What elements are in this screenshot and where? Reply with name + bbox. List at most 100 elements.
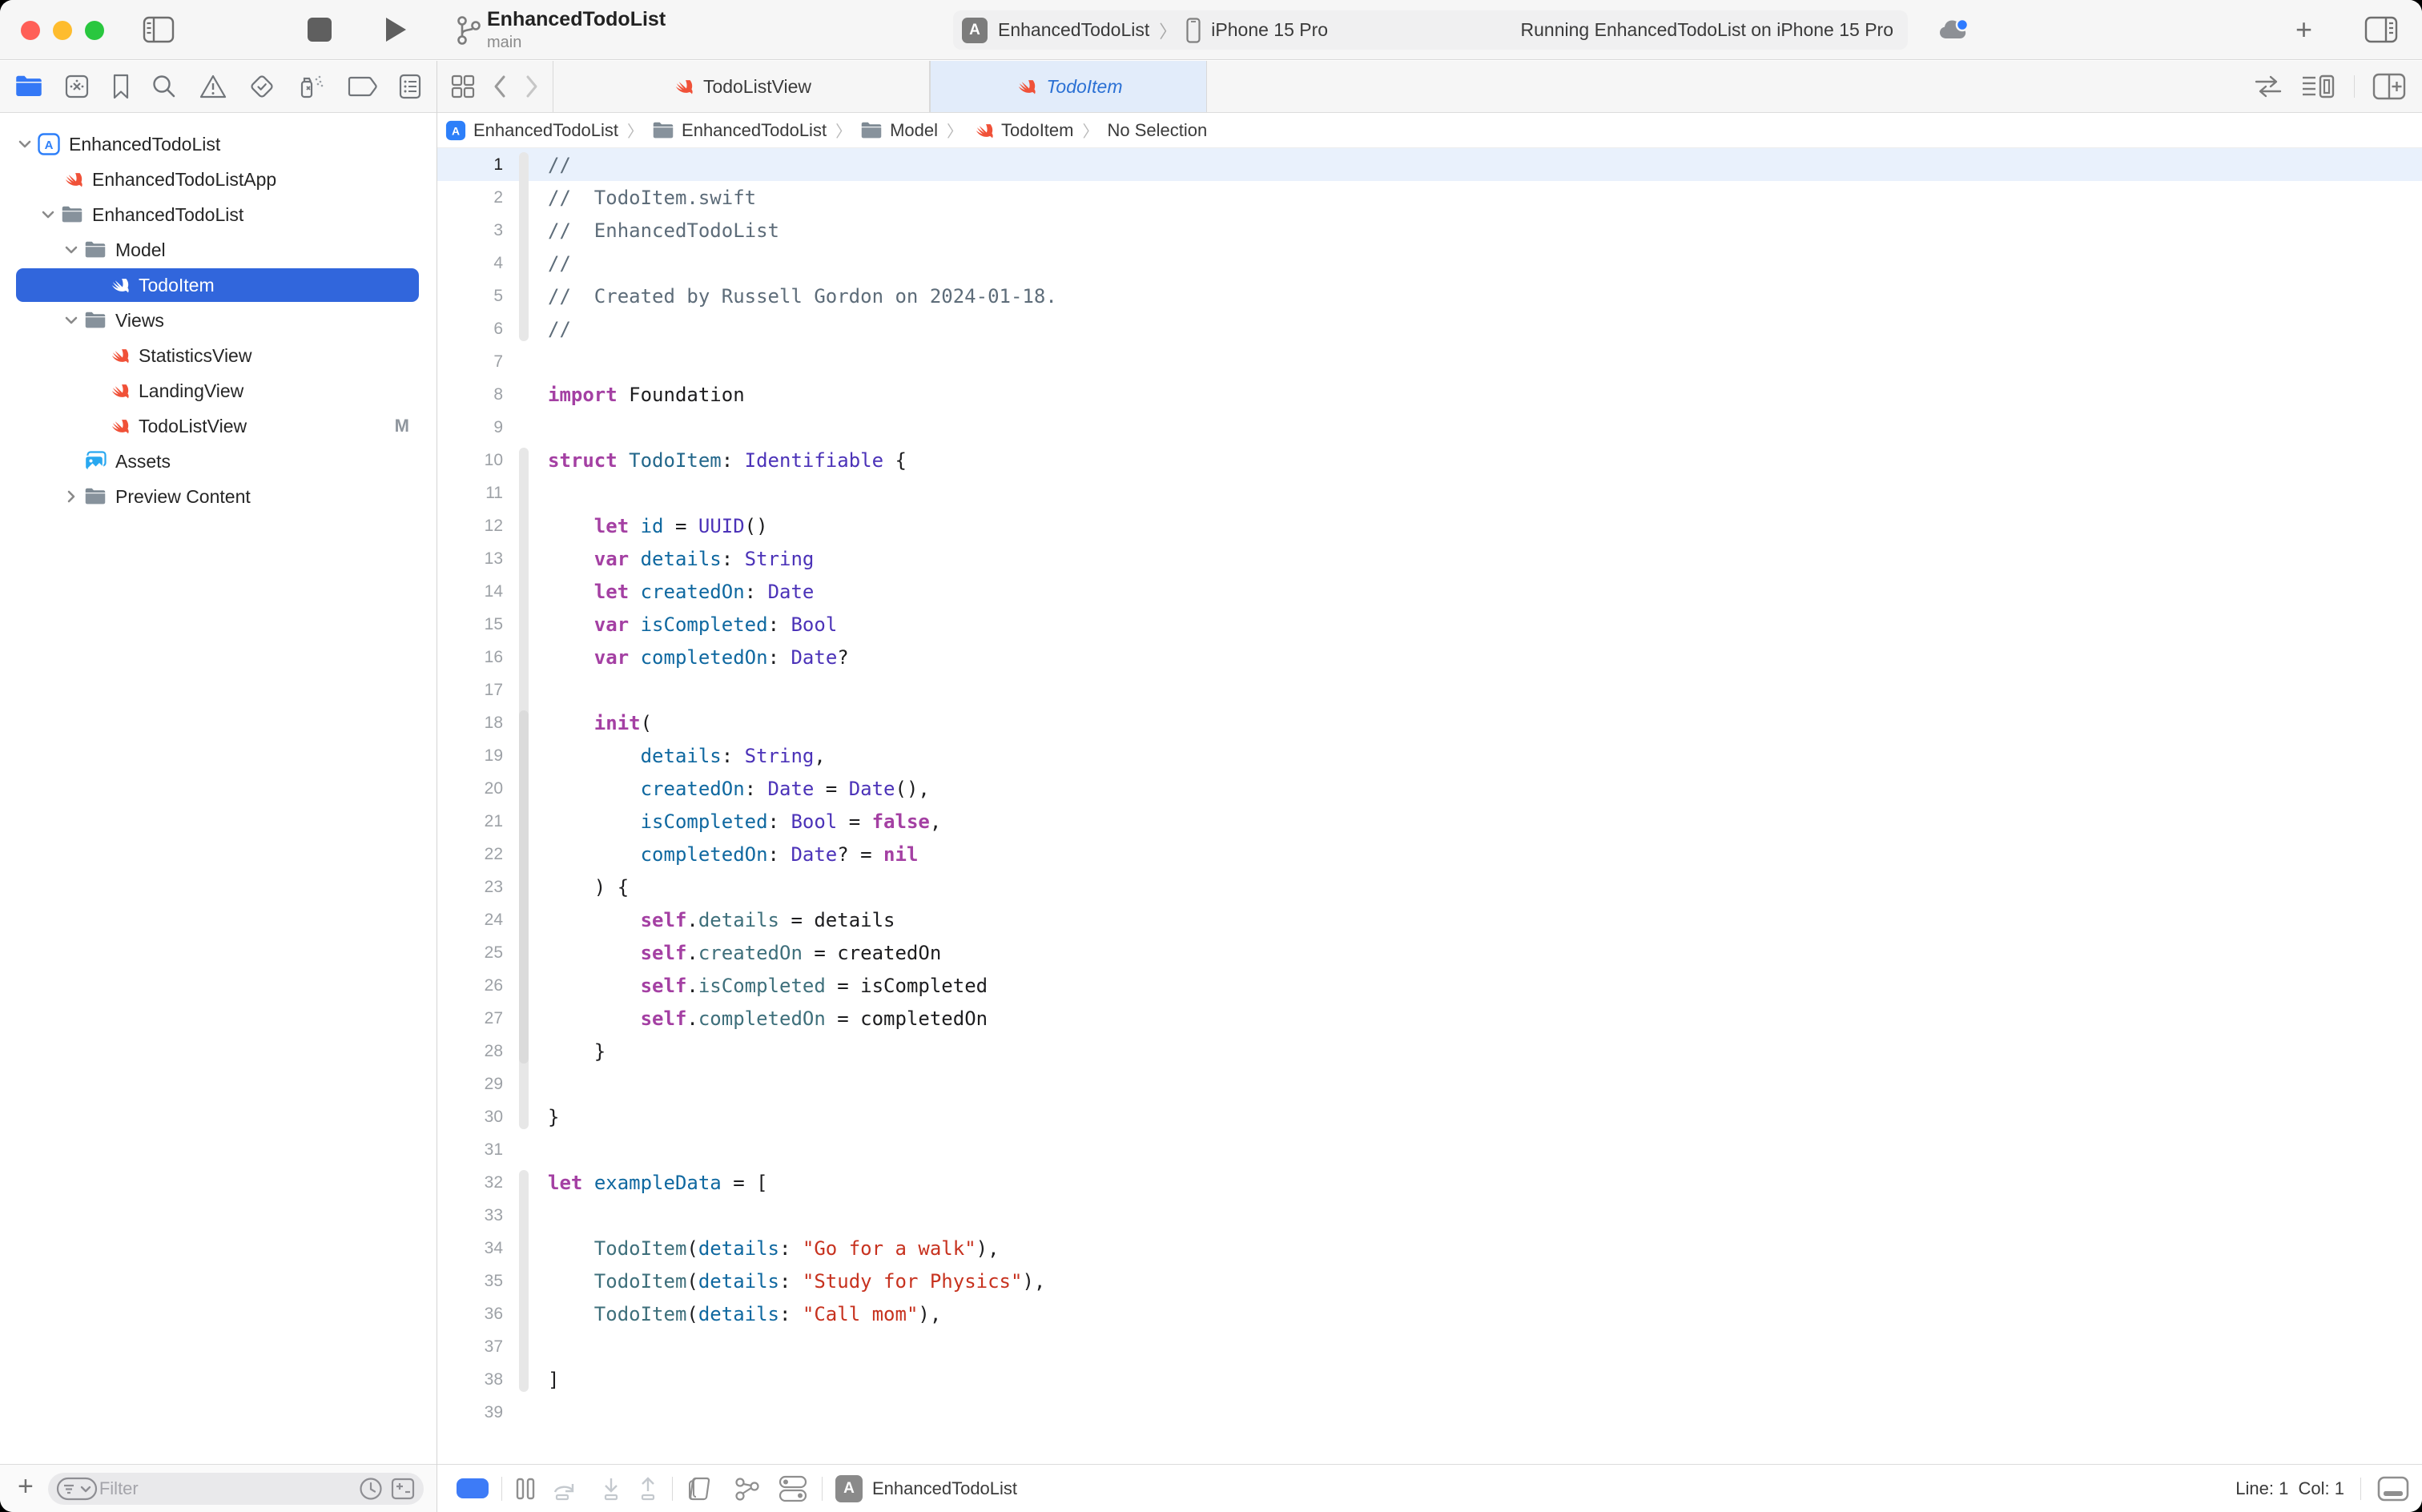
line-number[interactable]: 39 — [437, 1403, 513, 1422]
line-number[interactable]: 30 — [437, 1108, 513, 1127]
tab-todoitem[interactable]: TodoItem — [930, 61, 1207, 112]
line-number[interactable]: 29 — [437, 1075, 513, 1094]
run-button[interactable] — [383, 15, 408, 44]
line-number[interactable]: 33 — [437, 1206, 513, 1225]
line-number[interactable]: 2 — [437, 188, 513, 207]
line-number[interactable]: 13 — [437, 549, 513, 569]
breakpoint-navigator-icon[interactable] — [348, 75, 378, 98]
line-number[interactable]: 20 — [437, 779, 513, 798]
line-number[interactable]: 31 — [437, 1140, 513, 1160]
line-number[interactable]: 17 — [437, 681, 513, 700]
pause-button-icon[interactable] — [515, 1477, 536, 1501]
line-number[interactable]: 32 — [437, 1173, 513, 1192]
sidebar-item-enhancedtodolist[interactable]: AEnhancedTodoList — [0, 127, 437, 162]
line-col-indicator[interactable]: Line: 1 Col: 1 — [2235, 1478, 2344, 1499]
line-number[interactable]: 22 — [437, 845, 513, 864]
running-app-icon[interactable]: A — [835, 1475, 863, 1502]
line-number[interactable]: 24 — [437, 911, 513, 930]
disclosure-triangle[interactable] — [13, 139, 37, 149]
fold-ribbon[interactable] — [519, 710, 529, 1064]
line-number[interactable]: 18 — [437, 714, 513, 733]
breadcrumb-item-no-selection[interactable]: No Selection — [1107, 120, 1207, 141]
line-number[interactable]: 1 — [437, 155, 513, 175]
step-over-icon[interactable] — [550, 1476, 585, 1502]
sidebar-item-preview-content[interactable]: Preview Content — [0, 479, 437, 514]
sidebar-item-landingview[interactable]: LandingView — [0, 373, 437, 408]
line-number[interactable]: 9 — [437, 418, 513, 437]
sidebar-item-model[interactable]: Model — [0, 232, 437, 267]
code-review-icon[interactable] — [2253, 74, 2283, 99]
breadcrumb-item-model[interactable]: Model — [860, 120, 938, 141]
step-into-icon[interactable] — [600, 1476, 622, 1502]
line-number[interactable]: 36 — [437, 1305, 513, 1324]
sidebar-item-views[interactable]: Views — [0, 303, 437, 338]
editor-options-icon[interactable] — [2301, 74, 2336, 99]
sidebar-item-statisticsview[interactable]: StatisticsView — [0, 338, 437, 373]
disclosure-triangle[interactable] — [59, 316, 83, 325]
line-number[interactable]: 26 — [437, 976, 513, 995]
line-number[interactable]: 25 — [437, 943, 513, 963]
recent-files-icon[interactable] — [358, 1476, 384, 1502]
filter-menu-icon[interactable] — [56, 1477, 98, 1501]
related-items-icon[interactable] — [450, 74, 476, 99]
sidebar-item-todolistview[interactable]: TodoListViewM — [0, 408, 437, 444]
line-number[interactable]: 23 — [437, 878, 513, 897]
breadcrumb-item-todoitem[interactable]: TodoItem — [972, 119, 1074, 142]
test-navigator-icon[interactable] — [247, 72, 276, 101]
add-button[interactable]: + — [2295, 18, 2312, 42]
sidebar-toggle-icon[interactable] — [143, 16, 175, 43]
line-number[interactable]: 34 — [437, 1239, 513, 1258]
disclosure-triangle[interactable] — [59, 245, 83, 255]
tab-todolistview[interactable]: TodoListView — [553, 61, 930, 112]
memory-graph-icon[interactable] — [732, 1475, 762, 1502]
line-number[interactable]: 37 — [437, 1337, 513, 1357]
debug-navigator-icon[interactable] — [296, 72, 327, 101]
view-hierarchy-icon[interactable] — [686, 1475, 718, 1502]
add-file-button[interactable]: + — [18, 1471, 34, 1502]
disclosure-triangle[interactable] — [59, 489, 83, 504]
report-navigator-icon[interactable] — [398, 73, 422, 100]
fold-ribbon[interactable] — [519, 152, 529, 341]
window-minimize-button[interactable] — [53, 21, 72, 40]
project-navigator-icon[interactable] — [14, 74, 43, 99]
filter-field[interactable] — [48, 1473, 424, 1505]
source-control-filter-icon[interactable] — [390, 1477, 416, 1501]
running-app-label[interactable]: EnhancedTodoList — [872, 1478, 1017, 1499]
line-number[interactable]: 28 — [437, 1042, 513, 1061]
breadcrumb-item-enhancedtodolist[interactable]: EnhancedTodoList — [652, 120, 827, 141]
line-number[interactable]: 35 — [437, 1272, 513, 1291]
window-zoom-button[interactable] — [85, 21, 104, 40]
breadcrumb-item-enhancedtodolist[interactable]: AEnhancedTodoList — [445, 120, 618, 141]
scheme-target-label[interactable]: EnhancedTodoList — [998, 19, 1149, 41]
source-editor[interactable]: 1//2// TodoItem.swift3// EnhancedTodoLis… — [437, 148, 2422, 1464]
line-number[interactable]: 14 — [437, 582, 513, 601]
line-number[interactable]: 5 — [437, 287, 513, 306]
source-control-navigator-icon[interactable] — [63, 73, 91, 100]
disclosure-triangle[interactable] — [36, 210, 60, 219]
sidebar-item-assets[interactable]: Assets — [0, 444, 437, 479]
line-number[interactable]: 19 — [437, 746, 513, 766]
line-number[interactable]: 16 — [437, 648, 513, 667]
stop-button[interactable] — [308, 18, 332, 42]
breakpoints-toggle-button[interactable] — [457, 1478, 489, 1498]
line-number[interactable]: 21 — [437, 812, 513, 831]
window-close-button[interactable] — [21, 21, 40, 40]
filter-input[interactable] — [98, 1478, 358, 1500]
sidebar-item-enhancedtodolistapp[interactable]: EnhancedTodoListApp — [0, 162, 437, 197]
issue-navigator-icon[interactable] — [199, 73, 227, 100]
inspector-toggle-icon[interactable] — [2364, 16, 2398, 43]
back-button-icon[interactable] — [492, 74, 508, 99]
line-number[interactable]: 3 — [437, 221, 513, 240]
line-number[interactable]: 11 — [437, 484, 513, 503]
line-number[interactable]: 12 — [437, 517, 513, 536]
step-out-icon[interactable] — [637, 1476, 659, 1502]
line-number[interactable]: 15 — [437, 615, 513, 634]
line-number[interactable]: 6 — [437, 320, 513, 339]
fold-ribbon[interactable] — [519, 1170, 529, 1392]
cloud-status-icon[interactable] — [1937, 18, 1971, 43]
bookmark-navigator-icon[interactable] — [111, 73, 131, 100]
line-number[interactable]: 38 — [437, 1370, 513, 1389]
line-number[interactable]: 27 — [437, 1009, 513, 1028]
editor-layout-icon[interactable] — [2377, 1476, 2409, 1502]
scheme-bar[interactable]: A EnhancedTodoList 〉 iPhone 15 Pro Runni… — [953, 10, 1908, 50]
